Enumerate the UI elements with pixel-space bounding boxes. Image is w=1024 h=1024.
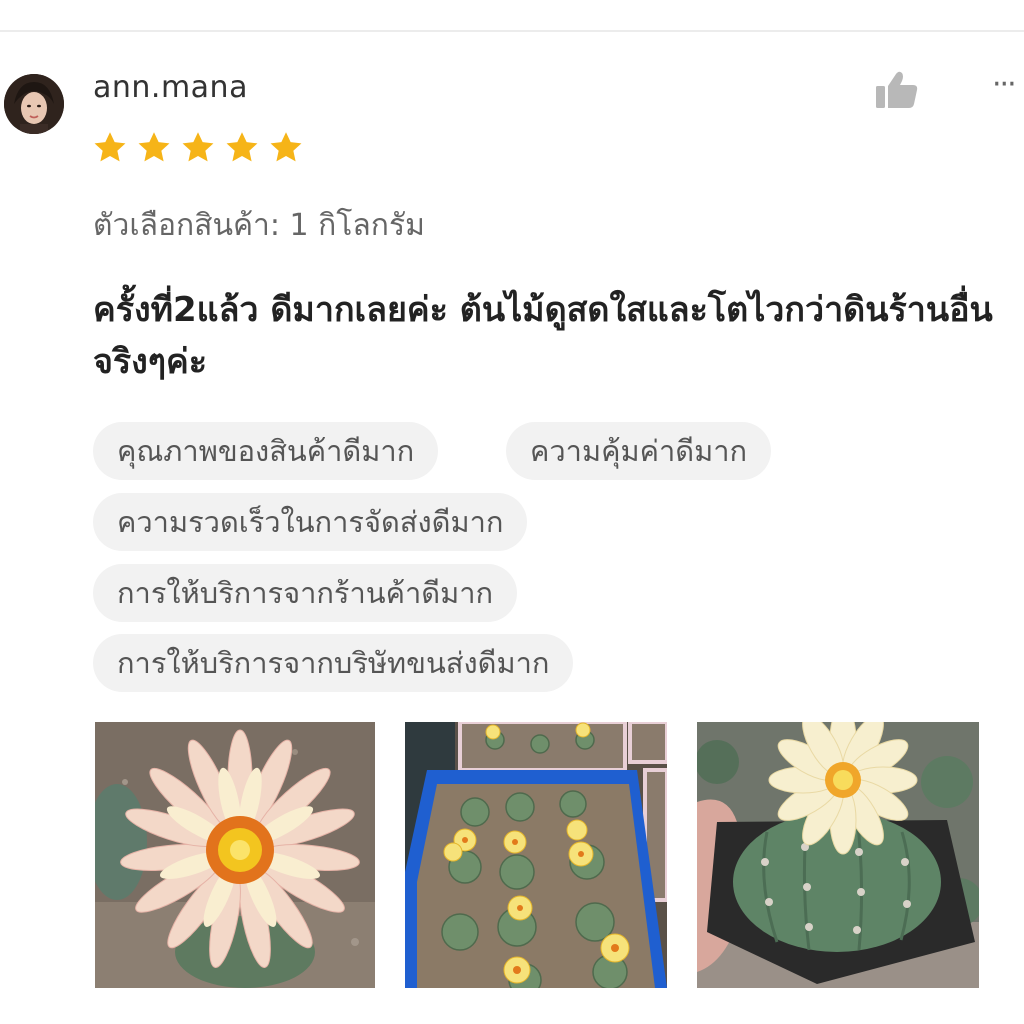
- star-rating: [92, 130, 304, 170]
- reviewer-username[interactable]: ann.mana: [93, 70, 248, 105]
- star-icon: [182, 132, 214, 162]
- more-dots-icon[interactable]: ···: [992, 70, 1024, 104]
- cactus-tray-photo[interactable]: [405, 722, 667, 988]
- tag-shop-service[interactable]: การให้บริการจากร้านค้าดีมาก: [93, 564, 518, 622]
- review-photos: [95, 722, 979, 990]
- review-card: ann.mana ··· ตัวเลือกสินค้า: 1 กิโลกรัม …: [0, 32, 1024, 1024]
- star-icon: [94, 132, 126, 162]
- tag-product-quality[interactable]: คุณภาพของสินค้าดีมาก: [93, 422, 439, 480]
- star-icon: [270, 132, 302, 162]
- tag-courier-service[interactable]: การให้บริการจากบริษัทขนส่งดีมาก: [93, 634, 574, 692]
- star-icon: [226, 132, 258, 162]
- tag-value-for-money[interactable]: ความคุ้มค่าดีมาก: [506, 422, 772, 480]
- avatar[interactable]: [4, 74, 64, 134]
- cactus-pot-in-hand-photo[interactable]: [697, 722, 979, 988]
- thumbs-up-icon: [876, 71, 918, 108]
- product-variation: ตัวเลือกสินค้า: 1 กิโลกรัม: [93, 208, 425, 243]
- star-icon: [138, 132, 170, 162]
- cactus-flower-closeup-photo[interactable]: [95, 722, 375, 988]
- review-comment: ครั้งที่2แล้ว ดีมากเลยค่ะ ต้นไม้ดูสดใสแล…: [93, 290, 993, 382]
- like-button[interactable]: [872, 68, 922, 112]
- top-bar: [0, 0, 1024, 32]
- tag-delivery-speed[interactable]: ความรวดเร็วในการจัดส่งดีมาก: [93, 493, 528, 551]
